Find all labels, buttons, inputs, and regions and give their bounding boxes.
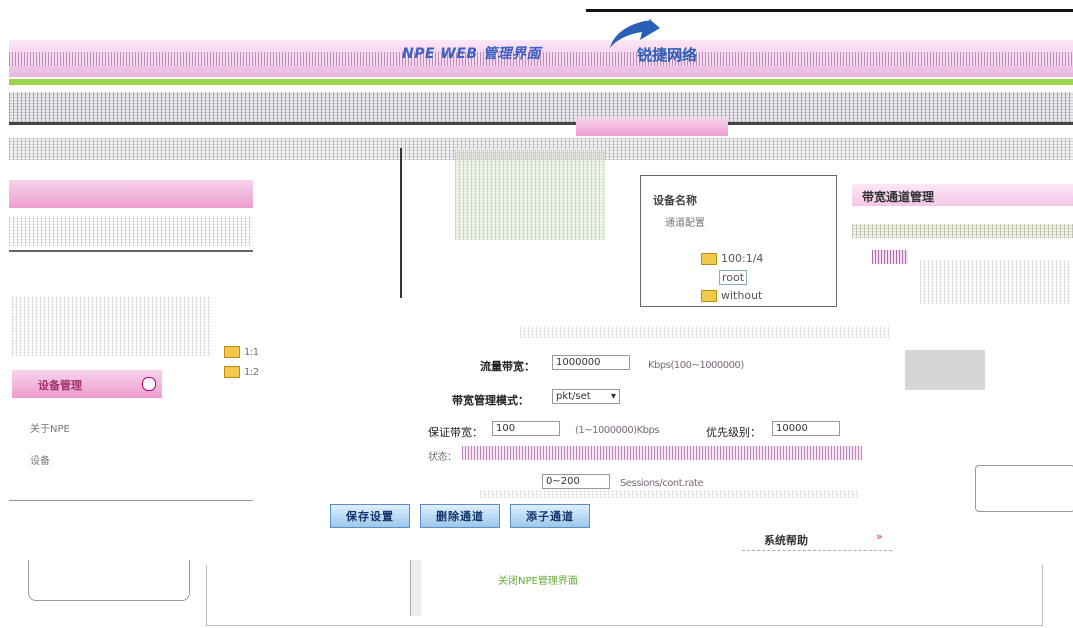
range-hint: Sessions/cont.rate [620, 478, 704, 489]
header-top-line [586, 9, 1073, 12]
add-child-channel-button[interactable]: 添子通道 [510, 504, 590, 528]
toolbar-pink-tab[interactable] [576, 118, 728, 136]
folder-icon [224, 366, 240, 378]
tree-node-2[interactable]: root [719, 270, 748, 285]
tree-node-left-2[interactable]: 1:2 [224, 366, 259, 378]
chevron-down-icon: ▾ [610, 391, 616, 402]
tree-node-3[interactable]: without [701, 289, 762, 302]
sidebar-text-lines [9, 216, 253, 246]
sidebar-section-label: 设备管理 [38, 379, 82, 392]
limit-input[interactable]: 100 [492, 421, 560, 436]
limit-hint: (1~1000000)Kbps [575, 425, 660, 436]
delete-channel-button[interactable]: 删除通道 [420, 504, 500, 528]
status-label: 状态： [428, 452, 457, 463]
save-button[interactable]: 保存设置 [330, 504, 410, 528]
scrollbar-vertical[interactable] [410, 560, 421, 616]
priority-input[interactable]: 10000 [772, 421, 840, 436]
folder-icon [701, 289, 717, 302]
expand-icon: » [876, 530, 883, 543]
flow-label: 流量带宽： [480, 360, 535, 373]
sidebar-box-bottom [28, 560, 190, 601]
help-row[interactable]: 系统帮助 » [742, 528, 892, 551]
toolbar-dark-line [9, 122, 1073, 125]
mode-select-value: pkt/set [556, 391, 591, 402]
sidebar-item-device[interactable]: 设备 [30, 452, 50, 467]
mode-label: 带宽管理模式： [452, 394, 529, 407]
folder-icon [224, 346, 240, 358]
brand-name: 锐捷网络 [637, 46, 698, 64]
tree-child-label: 通道配置 [665, 218, 705, 229]
form-top-line [520, 326, 890, 338]
toolbar-strip [9, 92, 1073, 122]
panel-box-right [975, 465, 1073, 512]
flow-input[interactable]: 1000000 [552, 355, 630, 370]
tree-node-1[interactable]: 100:1/4 [701, 252, 763, 265]
tree-panel-lines [455, 150, 605, 240]
tree-node-label: root [719, 270, 748, 285]
sidebar-divider [9, 250, 253, 252]
sidebar-item-about[interactable]: 关于NPE [30, 420, 70, 435]
tree-child-row[interactable]: 通道配置 [665, 214, 705, 229]
tree-node-label: 1:2 [244, 366, 259, 378]
flow-hint: Kbps(100~1000000) [648, 360, 744, 371]
priority-label: 优先级别： [706, 426, 761, 439]
tree-node-label: 100:1/4 [721, 252, 764, 265]
sidebar-pink-header [9, 180, 253, 208]
tree-node-label: without [721, 289, 763, 302]
status-bar [462, 446, 862, 460]
range-input[interactable]: 0~200 [542, 474, 610, 489]
page-title: NPE WEB 管理界面 [402, 46, 541, 62]
panel-subtitle-line [852, 224, 1073, 238]
folder-icon [701, 252, 717, 265]
panel-right-lines [920, 260, 1070, 304]
sidebar-bottom-rule [9, 500, 253, 501]
panel-grey-block [905, 350, 985, 390]
tree-root-label: 设备名称 [653, 194, 697, 207]
collapse-icon[interactable] [142, 377, 156, 391]
tree-root-row[interactable]: 设备名称 [653, 192, 697, 208]
limit-label: 保证带宽： [428, 426, 483, 439]
header-noise-strip [9, 52, 1073, 66]
panel-strip [872, 250, 908, 264]
tree-popup: 设备名称 通道配置 100:1/4 root without [640, 175, 837, 307]
sidebar-tree-area [12, 296, 212, 356]
tree-node-label: 1:1 [244, 346, 259, 358]
sidebar-section-header[interactable]: 设备管理 [12, 370, 162, 398]
form-bottom-strip [480, 490, 860, 498]
footer-text[interactable]: 关闭NPE管理界面 [498, 572, 578, 587]
content-frame-bottom [206, 565, 1043, 626]
panel-title: 带宽通道管理 [862, 190, 935, 204]
help-label: 系统帮助 [764, 534, 808, 547]
panel-title-bar: 带宽通道管理 [852, 184, 1073, 206]
tree-node-left-1[interactable]: 1:1 [224, 346, 259, 358]
mode-select[interactable]: pkt/set ▾ [552, 389, 620, 404]
header-green-line [9, 79, 1073, 85]
